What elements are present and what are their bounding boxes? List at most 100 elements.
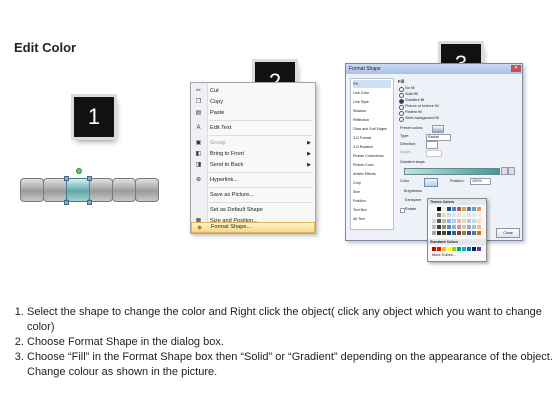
color-swatch[interactable] bbox=[457, 231, 461, 235]
color-swatch[interactable] bbox=[432, 219, 436, 223]
color-swatch[interactable] bbox=[442, 247, 446, 251]
color-swatch[interactable] bbox=[477, 213, 481, 217]
color-swatch[interactable] bbox=[467, 247, 471, 251]
radio-gradient-fill[interactable] bbox=[399, 99, 404, 104]
color-swatch[interactable] bbox=[432, 213, 436, 217]
color-swatch[interactable] bbox=[462, 219, 466, 223]
nav-item[interactable]: Position bbox=[353, 197, 366, 205]
color-swatch[interactable] bbox=[437, 231, 441, 235]
color-swatch[interactable] bbox=[432, 231, 436, 235]
color-swatch[interactable] bbox=[462, 225, 466, 229]
menu-item-hyperlink[interactable]: ⊕ Hyperlink... bbox=[191, 174, 315, 186]
resize-handle[interactable] bbox=[64, 200, 69, 205]
color-swatch[interactable] bbox=[452, 225, 456, 229]
color-swatch[interactable] bbox=[437, 219, 441, 223]
radio-solid-fill[interactable] bbox=[399, 93, 404, 98]
radio-pattern-fill[interactable] bbox=[399, 111, 404, 116]
color-swatch[interactable] bbox=[457, 225, 461, 229]
color-swatch[interactable] bbox=[472, 225, 476, 229]
preset-colors-dropdown[interactable] bbox=[432, 125, 444, 133]
color-swatch[interactable] bbox=[477, 207, 481, 211]
puzzle-piece[interactable] bbox=[43, 178, 67, 202]
puzzle-piece-selected[interactable] bbox=[66, 178, 90, 202]
color-swatch[interactable] bbox=[462, 247, 466, 251]
color-swatch[interactable] bbox=[467, 219, 471, 223]
color-swatch[interactable] bbox=[432, 247, 436, 251]
color-swatch[interactable] bbox=[457, 219, 461, 223]
color-swatch[interactable] bbox=[442, 219, 446, 223]
menu-item-send-to-back[interactable]: ◨ Send to Back ▶ bbox=[191, 159, 315, 171]
nav-item-fill[interactable]: Fill bbox=[353, 80, 391, 88]
color-swatch[interactable] bbox=[442, 225, 446, 229]
color-swatch[interactable] bbox=[432, 225, 436, 229]
nav-item[interactable]: Glow and Soft Edges bbox=[353, 125, 387, 133]
color-swatch[interactable] bbox=[447, 213, 451, 217]
color-swatch[interactable] bbox=[447, 225, 451, 229]
nav-item[interactable]: Crop bbox=[353, 179, 361, 187]
nav-item[interactable]: Picture Color bbox=[353, 161, 374, 169]
color-swatch[interactable] bbox=[437, 207, 441, 211]
radio-no-fill[interactable] bbox=[399, 87, 404, 92]
menu-item-save-as-picture[interactable]: Save as Picture... bbox=[191, 189, 315, 201]
color-swatch[interactable] bbox=[467, 213, 471, 217]
radio-slide-background-fill[interactable] bbox=[399, 117, 404, 122]
nav-item[interactable]: Size bbox=[353, 188, 360, 196]
color-swatch[interactable] bbox=[452, 207, 456, 211]
more-colors-link[interactable]: More Colors... bbox=[432, 253, 456, 258]
rotation-handle[interactable] bbox=[76, 168, 82, 174]
color-swatch[interactable] bbox=[457, 213, 461, 217]
puzzle-piece[interactable] bbox=[135, 178, 159, 202]
color-swatch[interactable] bbox=[447, 231, 451, 235]
color-swatch[interactable] bbox=[472, 219, 476, 223]
color-swatch[interactable] bbox=[477, 247, 481, 251]
puzzle-piece[interactable] bbox=[20, 178, 44, 202]
menu-item-paste[interactable]: ▤ Paste bbox=[191, 107, 315, 119]
add-stop-button[interactable] bbox=[501, 167, 508, 175]
angle-input[interactable] bbox=[426, 150, 442, 157]
color-swatch[interactable] bbox=[442, 207, 446, 211]
color-swatch[interactable] bbox=[442, 213, 446, 217]
color-swatch[interactable] bbox=[472, 247, 476, 251]
color-swatch[interactable] bbox=[477, 231, 481, 235]
color-swatch[interactable] bbox=[462, 207, 466, 211]
nav-item[interactable]: Reflection bbox=[353, 116, 369, 124]
color-swatch[interactable] bbox=[437, 225, 441, 229]
color-swatch[interactable] bbox=[452, 231, 456, 235]
color-swatch[interactable] bbox=[462, 213, 466, 217]
menu-item-format-shape[interactable]: ◆ Format Shape... bbox=[191, 222, 315, 233]
nav-item[interactable]: 3-D Rotation bbox=[353, 143, 373, 151]
color-picker-button[interactable] bbox=[424, 178, 438, 187]
puzzle-piece[interactable] bbox=[112, 178, 136, 202]
color-swatch[interactable] bbox=[472, 231, 476, 235]
color-swatch[interactable] bbox=[442, 231, 446, 235]
resize-handle[interactable] bbox=[64, 176, 69, 181]
color-swatch[interactable] bbox=[477, 219, 481, 223]
color-swatch[interactable] bbox=[447, 247, 451, 251]
remove-stop-button[interactable] bbox=[508, 167, 515, 175]
direction-dropdown[interactable] bbox=[426, 141, 438, 149]
color-swatch[interactable] bbox=[452, 247, 456, 251]
color-swatch[interactable] bbox=[472, 213, 476, 217]
color-swatch[interactable] bbox=[457, 247, 461, 251]
gradient-stops-bar[interactable] bbox=[404, 168, 500, 175]
nav-item[interactable]: Artistic Effects bbox=[353, 170, 376, 178]
nav-item[interactable]: 3-D Format bbox=[353, 134, 371, 142]
color-swatch[interactable] bbox=[462, 231, 466, 235]
position-input[interactable]: 100% bbox=[470, 178, 491, 185]
color-swatch[interactable] bbox=[467, 207, 471, 211]
resize-handle[interactable] bbox=[87, 200, 92, 205]
puzzle-piece[interactable] bbox=[89, 178, 113, 202]
color-swatch[interactable] bbox=[457, 207, 461, 211]
nav-item[interactable]: Alt Text bbox=[353, 215, 365, 223]
type-dropdown[interactable]: Radial bbox=[426, 134, 451, 141]
color-swatch[interactable] bbox=[467, 231, 471, 235]
color-swatch[interactable] bbox=[467, 225, 471, 229]
nav-item[interactable]: Shadow bbox=[353, 107, 366, 115]
nav-item[interactable]: Line Style bbox=[353, 98, 369, 106]
color-swatch[interactable] bbox=[447, 207, 451, 211]
menu-item-edit-text[interactable]: A Edit Text bbox=[191, 122, 315, 134]
close-button[interactable]: Close bbox=[496, 228, 520, 238]
color-swatch[interactable] bbox=[447, 219, 451, 223]
color-swatch[interactable] bbox=[437, 213, 441, 217]
resize-handle[interactable] bbox=[87, 176, 92, 181]
